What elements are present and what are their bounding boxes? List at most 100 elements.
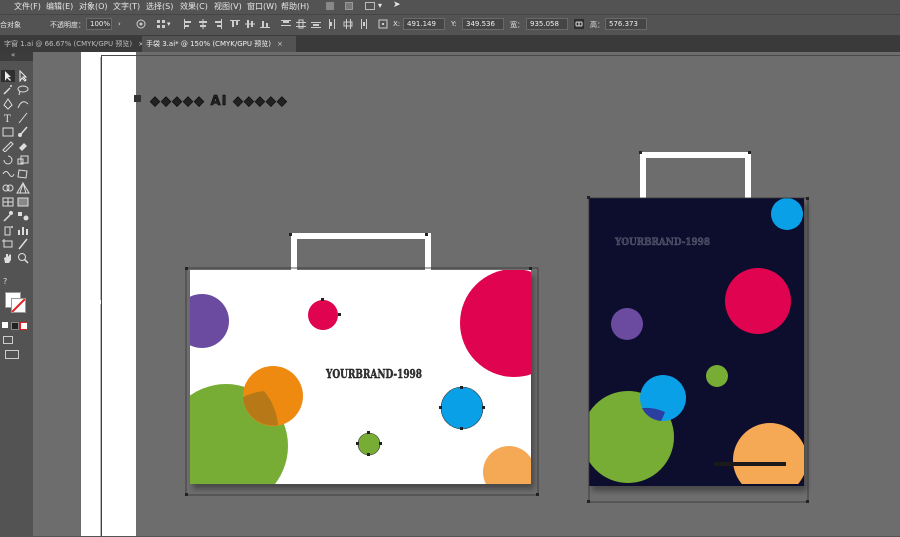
distribute-hcenter-icon[interactable]: [343, 19, 353, 29]
artwork-title: ◆◆◆◆◆ AI ◆◆◆◆◆: [150, 94, 288, 109]
send-icon[interactable]: ➤: [393, 0, 401, 10]
line-tool-icon[interactable]: [16, 112, 30, 124]
x-field[interactable]: 491.149: [403, 18, 445, 30]
screen-mode-button[interactable]: [5, 350, 19, 359]
menu-bar: 文件(F) 编辑(E) 对象(O) 文字(T) 选择(S) 效果(C) 视图(V…: [0, 0, 900, 14]
selection-tool-icon[interactable]: [1, 70, 15, 82]
collapse-icon[interactable]: «: [11, 51, 15, 59]
purple-circle: [190, 294, 229, 348]
none-mode-button[interactable]: [20, 322, 28, 330]
pen-tool-icon[interactable]: [1, 98, 15, 110]
peach-circle: [483, 446, 531, 484]
width-field[interactable]: 935.058: [526, 18, 568, 30]
gradient-mode-button[interactable]: [11, 322, 19, 330]
distribute-right-icon[interactable]: [358, 19, 368, 29]
menu-edit[interactable]: 编辑(E): [46, 1, 73, 12]
small-green-circle: [357, 432, 381, 456]
align-right-icon[interactable]: [213, 19, 223, 29]
shape-builder-tool-icon[interactable]: [1, 182, 15, 194]
distribute-bottom-icon[interactable]: [311, 19, 321, 29]
bridge-icon[interactable]: [345, 2, 353, 10]
arrange-icon[interactable]: [365, 2, 375, 10]
rectangle-tool-icon[interactable]: [1, 126, 15, 138]
hand-tool-icon[interactable]: [1, 252, 15, 264]
eraser-tool-icon[interactable]: [16, 140, 30, 152]
canvas-area[interactable]: ◆◆◆◆◆ AI ◆◆◆◆◆ YOURBRAND-1998 YOURBRAND-…: [33, 52, 900, 537]
height-field[interactable]: 576.373: [605, 18, 647, 30]
eyedropper-tool-icon[interactable]: [1, 210, 15, 222]
selection-type-label: 合对象: [0, 21, 21, 29]
tab-label: 字窗 1.ai @ 66.67% (CMYK/GPU 预览): [4, 40, 133, 48]
opacity-field[interactable]: 100%: [86, 18, 112, 30]
constrain-proportions-icon[interactable]: [574, 19, 584, 29]
pink-circle: [725, 268, 791, 334]
green-small-circle: [706, 365, 728, 387]
bag-left[interactable]: YOURBRAND-1998: [164, 233, 568, 508]
title-group: ◆◆◆◆◆ AI ◆◆◆◆◆: [134, 94, 288, 109]
scale-tool-icon[interactable]: [16, 154, 30, 166]
recolor-icon[interactable]: [136, 19, 146, 29]
lasso-tool-icon[interactable]: [16, 84, 30, 96]
free-transform-tool-icon[interactable]: [16, 168, 30, 180]
title-anchor: [134, 95, 141, 102]
opacity-arrow-icon[interactable]: ›: [118, 20, 121, 28]
close-icon[interactable]: ×: [277, 40, 283, 48]
mesh-tool-icon[interactable]: [1, 196, 15, 208]
blend-tool-icon[interactable]: [16, 210, 30, 222]
symbol-sprayer-tool-icon[interactable]: [1, 224, 15, 236]
workspace-icon[interactable]: [326, 2, 334, 10]
menu-window[interactable]: 窗口(W): [247, 1, 277, 12]
menu-file[interactable]: 文件(F): [14, 1, 41, 12]
curvature-tool-icon[interactable]: [16, 98, 30, 110]
transform-reference-icon[interactable]: [378, 19, 388, 29]
stroke-swatch[interactable]: [11, 298, 26, 313]
control-bar: 合对象 不透明度： 100% › ▾ X: 491.149 Y: 349.536…: [0, 14, 900, 36]
align-grid-icon[interactable]: [156, 19, 166, 29]
column-graph-tool-icon[interactable]: [16, 224, 30, 236]
purple-small-circle: [611, 308, 643, 340]
width-label: 宽：: [510, 21, 524, 29]
menu-select[interactable]: 选择(S): [146, 1, 173, 12]
y-label: Y:: [451, 20, 457, 28]
align-hcenter-icon[interactable]: [198, 19, 208, 29]
align-top-icon[interactable]: [230, 19, 240, 29]
slice-tool-icon[interactable]: [16, 238, 30, 250]
distribute-top-icon[interactable]: [281, 19, 291, 29]
perspective-grid-tool-icon[interactable]: [16, 182, 30, 194]
draw-mode-button[interactable]: [3, 336, 13, 344]
artboard-tool-icon[interactable]: [1, 238, 15, 250]
gradient-tool-icon[interactable]: [16, 196, 30, 208]
zoom-tool-icon[interactable]: [16, 252, 30, 264]
corner-blue-circle: [771, 198, 803, 230]
align-vcenter-icon[interactable]: [245, 19, 255, 29]
paintbrush-tool-icon[interactable]: [16, 126, 30, 138]
artwork-svg[interactable]: ◆◆◆◆◆ AI ◆◆◆◆◆ YOURBRAND-1998 YOURBRAND-…: [33, 52, 900, 536]
align-dropdown-icon[interactable]: ▾: [167, 20, 171, 28]
y-field[interactable]: 349.536: [462, 18, 504, 30]
rotate-tool-icon[interactable]: [1, 154, 15, 166]
align-bottom-icon[interactable]: [260, 19, 270, 29]
tab-document-2[interactable]: 手袋 3.ai* @ 150% (CMYK/GPU 预览) ×: [142, 36, 296, 52]
document-tab-bar: 字窗 1.ai @ 66.67% (CMYK/GPU 预览)× 手袋 3.ai*…: [0, 36, 900, 52]
tab-document-1[interactable]: 字窗 1.ai @ 66.67% (CMYK/GPU 预览)×: [0, 36, 144, 52]
color-mode-button[interactable]: [2, 322, 8, 328]
distribute-left-icon[interactable]: [328, 19, 338, 29]
large-pink-circle: [460, 270, 531, 377]
align-left-icon[interactable]: [183, 19, 193, 29]
distribute-vcenter-icon[interactable]: [296, 19, 306, 29]
pencil-tool-icon[interactable]: [1, 140, 15, 152]
menu-object[interactable]: 对象(O): [79, 1, 108, 12]
menu-view[interactable]: 视图(V): [214, 1, 242, 12]
dropdown-icon[interactable]: ▾: [378, 1, 382, 10]
type-tool-icon[interactable]: T: [1, 112, 15, 124]
direct-selection-tool-icon[interactable]: [16, 70, 30, 82]
menu-type[interactable]: 文字(T): [113, 1, 140, 12]
magic-wand-tool-icon[interactable]: [1, 84, 15, 96]
black-bar: [714, 462, 786, 466]
menu-effect[interactable]: 效果(C): [180, 1, 208, 12]
tools-panel: « T ?: [0, 51, 34, 362]
menu-help[interactable]: 帮助(H): [281, 1, 309, 12]
warp-tool-icon[interactable]: [1, 168, 15, 180]
bag-right[interactable]: YOURBRAND-1998: [582, 151, 809, 503]
help-icon[interactable]: ?: [3, 277, 7, 286]
